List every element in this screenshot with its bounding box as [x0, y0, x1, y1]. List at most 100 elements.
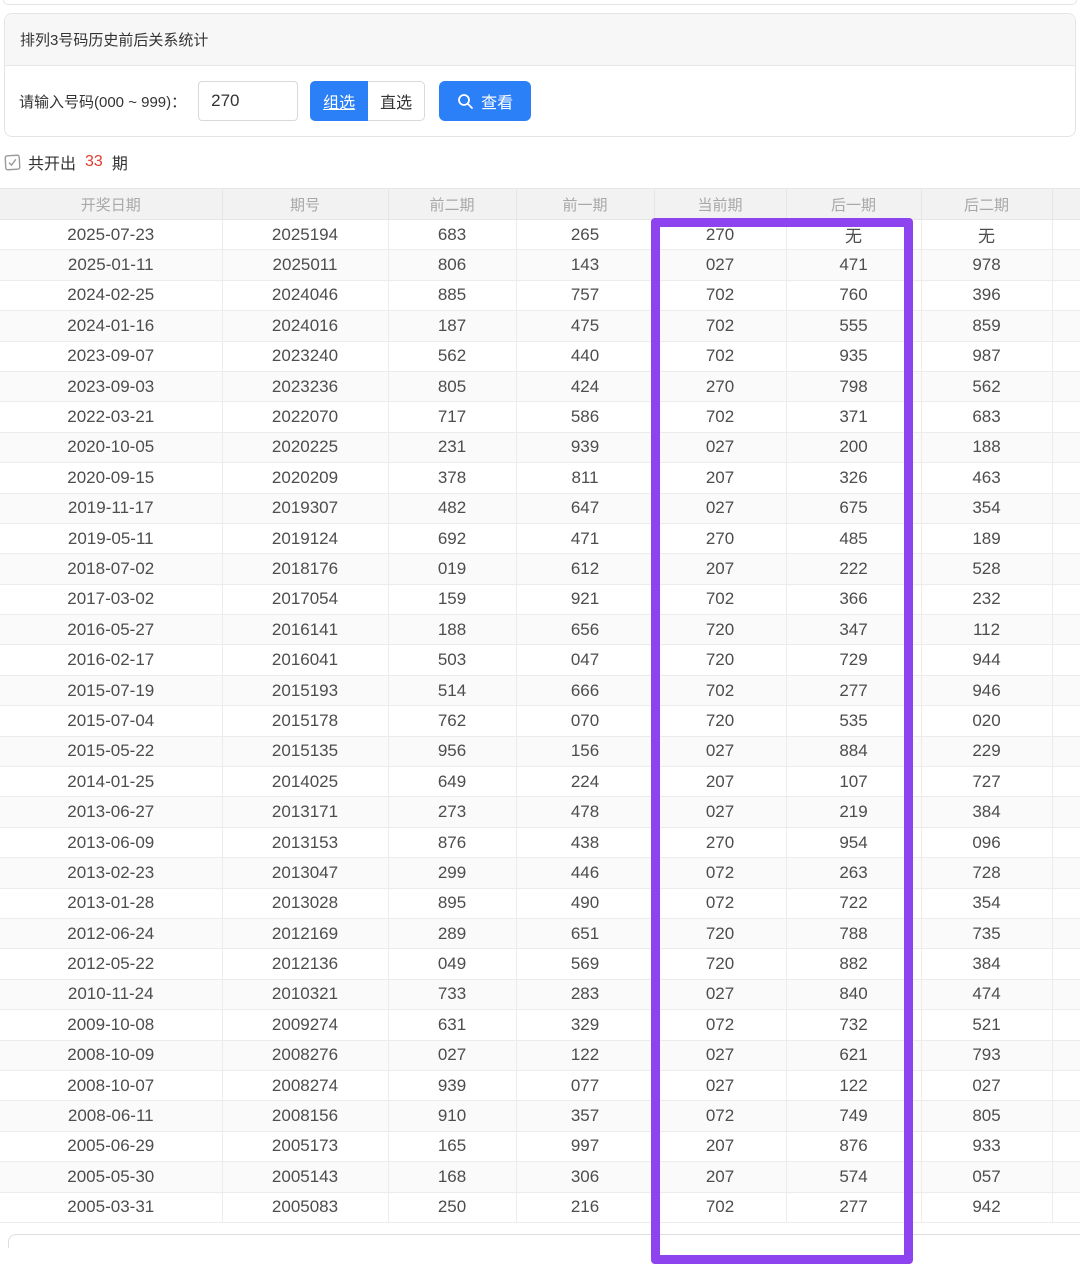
- table-cell: 216: [516, 1192, 655, 1223]
- table-cell: 651: [516, 918, 655, 950]
- table-cell: [1052, 736, 1080, 768]
- table-cell: 159: [388, 584, 517, 616]
- table-cell: 057: [921, 1161, 1053, 1193]
- table-cell: 2023-09-07: [0, 341, 223, 372]
- table-cell: 895: [388, 888, 517, 919]
- table-cell: 020: [921, 705, 1053, 737]
- table-cell: 072: [654, 1100, 787, 1132]
- table-cell: [1052, 341, 1080, 372]
- table-cell: 2014-01-25: [0, 766, 223, 798]
- table-cell: 2008-10-07: [0, 1070, 223, 1102]
- table-cell: 440: [516, 341, 655, 372]
- table-cell: 2008156: [222, 1100, 389, 1132]
- group-select-button[interactable]: 组选: [310, 81, 369, 121]
- table-cell: 277: [786, 675, 922, 707]
- table-cell: 729: [786, 644, 922, 676]
- table-cell: 2025194: [222, 219, 389, 251]
- search-icon: [457, 93, 474, 110]
- table-cell: 378: [388, 462, 517, 494]
- table-cell: 2024-02-25: [0, 280, 223, 312]
- table-row: 2015-05-22 2015135 956 156 027 884 229: [0, 736, 1080, 768]
- table-cell: 805: [921, 1100, 1053, 1132]
- previous-panel-bottom-edge: [3, 0, 1077, 5]
- table-cell: [1052, 1161, 1080, 1193]
- table-cell: 2022070: [222, 401, 389, 433]
- table-row: 2013-02-23 2013047 299 446 072 263 728: [0, 857, 1080, 889]
- table-cell: 2015178: [222, 705, 389, 737]
- table-cell: 2016141: [222, 614, 389, 646]
- table-row: 2015-07-04 2015178 762 070 720 535 020: [0, 705, 1080, 737]
- table-cell: 514: [388, 675, 517, 707]
- table-cell: 2016041: [222, 644, 389, 676]
- table-cell: [1052, 1040, 1080, 1071]
- table-row: 2025-01-11 2025011 806 143 027 471 978: [0, 249, 1080, 281]
- table-cell: 2005-05-30: [0, 1161, 223, 1193]
- table-cell: [1052, 249, 1080, 281]
- table-cell: 265: [516, 219, 655, 251]
- query-panel: 排列3号码历史前后关系统计 请输入号码(000 ~ 999)： 组选 直选 查看: [4, 13, 1076, 137]
- table-cell: 277: [786, 1192, 922, 1223]
- table-cell: 656: [516, 614, 655, 646]
- table-cell: 939: [516, 432, 655, 464]
- table-cell: [1052, 888, 1080, 919]
- table-cell: [1052, 493, 1080, 524]
- table-row: 2015-07-19 2015193 514 666 702 277 946: [0, 675, 1080, 707]
- table-cell: 793: [921, 1040, 1053, 1071]
- table-row: 2005-03-31 2005083 250 216 702 277 942: [0, 1192, 1080, 1223]
- table-cell: 188: [388, 614, 517, 646]
- table-cell: 811: [516, 462, 655, 494]
- table-cell: [1052, 1070, 1080, 1102]
- table-cell: 270: [654, 523, 787, 555]
- table-cell: 702: [654, 675, 787, 707]
- table-cell: 876: [388, 827, 517, 859]
- number-input[interactable]: [198, 81, 299, 121]
- table-cell: 612: [516, 553, 655, 585]
- table-cell: [1052, 584, 1080, 616]
- table-row: 2017-03-02 2017054 159 921 702 366 232: [0, 584, 1080, 616]
- table-cell: 720: [654, 948, 787, 980]
- table-cell: 299: [388, 857, 517, 889]
- table-cell: 521: [921, 1009, 1053, 1041]
- table-row: 2023-09-07 2023240 562 440 702 935 987: [0, 341, 1080, 372]
- draw-count: 33: [85, 153, 103, 170]
- table-cell: [1052, 948, 1080, 980]
- table-cell: [1052, 523, 1080, 555]
- table-cell: [1052, 705, 1080, 737]
- results-table-body: 2025-07-23 2025194 683 265 270 无无 2025-01-11 20…: [0, 219, 1080, 1223]
- table-cell: 207: [654, 553, 787, 585]
- table-cell: [1052, 918, 1080, 950]
- table-cell: 2014025: [222, 766, 389, 798]
- table-cell: 760: [786, 280, 922, 312]
- table-cell: 207: [654, 766, 787, 798]
- table-cell: 2015-07-19: [0, 675, 223, 707]
- table-cell: 717: [388, 401, 517, 433]
- table-cell: 122: [786, 1070, 922, 1102]
- direct-select-button[interactable]: 直选: [368, 81, 426, 121]
- table-cell: [1052, 675, 1080, 707]
- table-row: 2019-11-17 2019307 482 647 027 675 354: [0, 493, 1080, 524]
- table-row: 2022-03-21 2022070 717 586 702 371 683: [0, 401, 1080, 433]
- table-cell: 733: [388, 979, 517, 1011]
- table-cell: 2005173: [222, 1131, 389, 1163]
- table-cell: 2024046: [222, 280, 389, 312]
- table-cell: 987: [921, 341, 1053, 372]
- table-cell: 027: [388, 1040, 517, 1071]
- table-cell: 728: [921, 857, 1053, 889]
- table-cell: 2015135: [222, 736, 389, 768]
- clipboard-check-icon: [4, 153, 21, 172]
- table-cell: 805: [388, 371, 517, 403]
- table-cell: 207: [654, 1161, 787, 1193]
- table-cell: 621: [786, 1040, 922, 1071]
- table-cell: 2010-11-24: [0, 979, 223, 1011]
- table-cell: 463: [921, 462, 1053, 494]
- select-mode-toggle: 组选 直选: [310, 81, 426, 121]
- table-cell: 384: [921, 796, 1053, 828]
- table-cell: 2013-06-27: [0, 796, 223, 828]
- table-cell: 207: [654, 1131, 787, 1163]
- table-cell: 096: [921, 827, 1053, 859]
- view-button[interactable]: 查看: [439, 81, 532, 121]
- table-cell: 569: [516, 948, 655, 980]
- table-cell: 884: [786, 736, 922, 768]
- next-panel-top-edge: [8, 1233, 1080, 1248]
- table-cell: 019: [388, 553, 517, 585]
